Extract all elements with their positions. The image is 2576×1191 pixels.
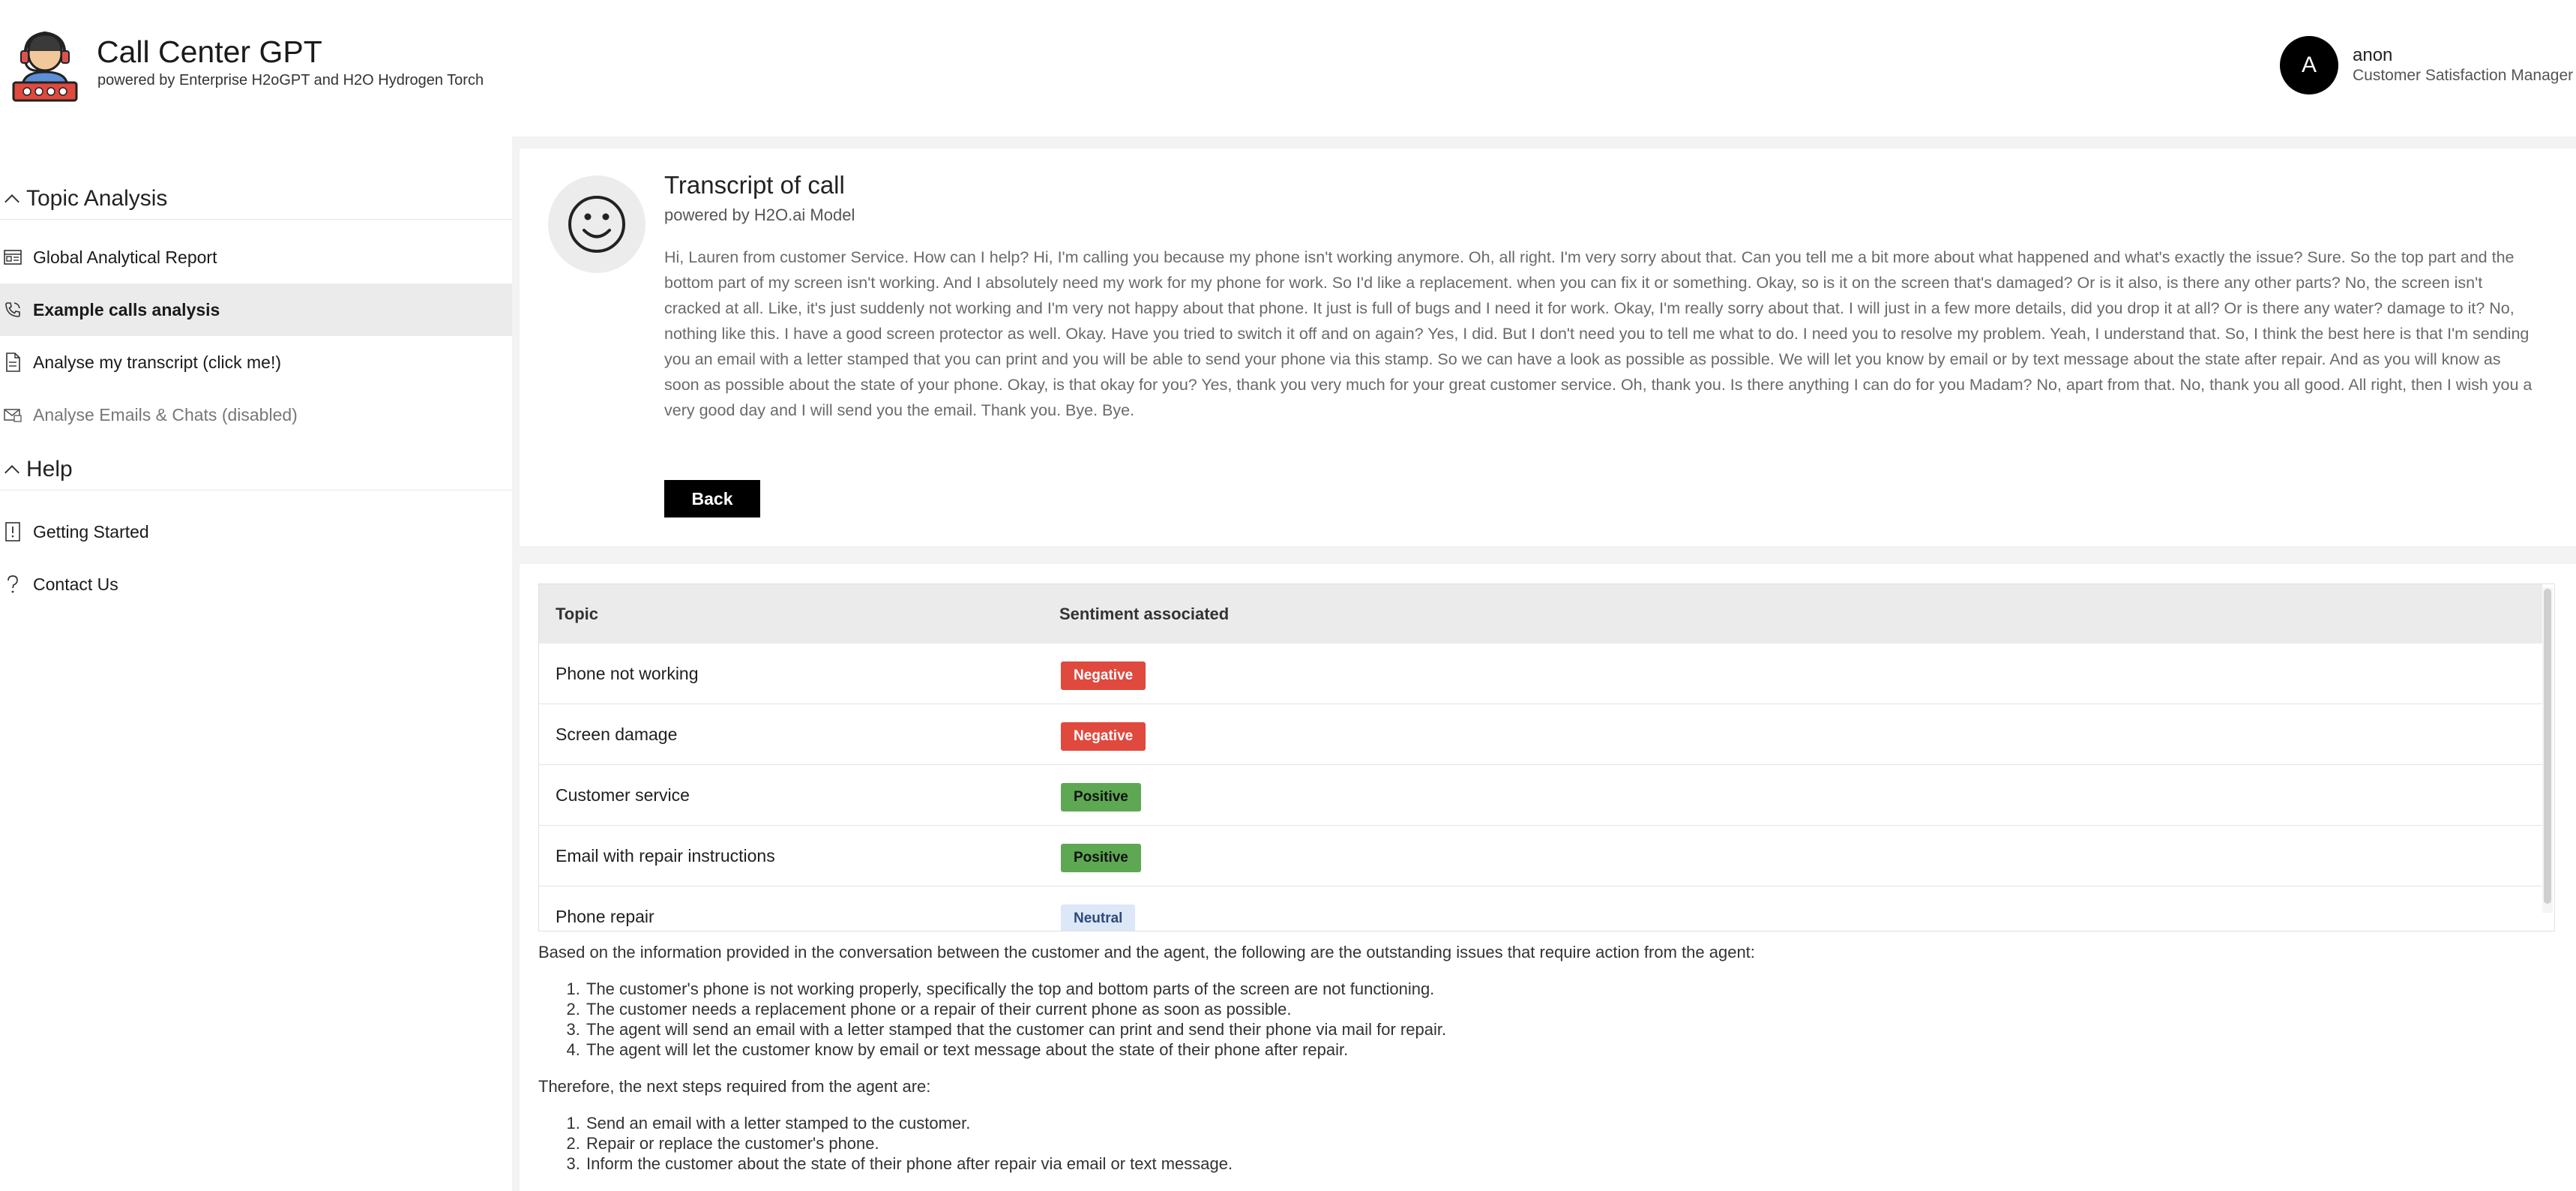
transcript-title: Transcript of call (664, 171, 845, 199)
list-item: Send an email with a letter stamped to t… (585, 1113, 2555, 1133)
next-steps-intro: Therefore, the next steps required from … (538, 1077, 931, 1096)
app-title: Call Center GPT (97, 34, 322, 69)
user-name: anon (2353, 45, 2393, 65)
topic-cell: Phone not working (556, 664, 699, 683)
table-header: Topic Sentiment associated (539, 584, 2542, 644)
table-row: Screen damage Negative (539, 704, 2542, 765)
column-header-topic[interactable]: Topic (556, 604, 598, 624)
sentiment-badge: Positive (1061, 844, 1141, 872)
phone-icon (3, 300, 22, 320)
table-row: Phone not working Negative (539, 644, 2542, 704)
section-title-label: Help (26, 456, 73, 482)
steps-list: Send an email with a letter stamped to t… (585, 1113, 2555, 1174)
sidebar-item-analyse-my-transcript[interactable]: Analyse my transcript (click me!) (0, 336, 512, 388)
call-center-agent-logo-icon (10, 28, 79, 102)
transcript-subtitle: powered by H2O.ai Model (664, 206, 855, 224)
section-topic-analysis[interactable]: Topic Analysis (0, 178, 512, 220)
list-item: The customer needs a replacement phone o… (585, 999, 2555, 1019)
sidebar-item-getting-started[interactable]: Getting Started (0, 506, 512, 558)
section-title-label: Topic Analysis (26, 185, 168, 211)
app-subtitle: powered by Enterprise H2oGPT and H2O Hyd… (97, 72, 484, 88)
app-header: Call Center GPT powered by Enterprise H2… (0, 0, 2576, 136)
table-row: Email with repair instructions Positive (539, 826, 2542, 886)
topic-cell: Phone repair (556, 907, 654, 926)
sidebar-item-label: Example calls analysis (33, 299, 220, 320)
sidebar-item-example-calls-analysis[interactable]: Example calls analysis (0, 284, 512, 336)
sidebar-item-contact-us[interactable]: Contact Us (0, 558, 512, 610)
list-item: The agent will let the customer know by … (585, 1040, 2555, 1060)
transcript-text: Hi, Lauren from customer Service. How ca… (664, 248, 2533, 419)
back-button[interactable]: Back (664, 480, 760, 518)
sidebar-item-global-analytical-report[interactable]: Global Analytical Report (0, 231, 512, 284)
email-icon (3, 405, 22, 424)
table-row: Phone repair Neutral (539, 886, 2542, 931)
analysis-intro: Based on the information provided in the… (538, 943, 1755, 962)
list-item: The customer's phone is not working prop… (585, 979, 2555, 999)
topics-card: Topic Sentiment associated Phone not wor… (520, 564, 2576, 1191)
issues-list: The customer's phone is not working prop… (585, 979, 2555, 1060)
transcript-card: Transcript of call powered by H2O.ai Mod… (520, 148, 2576, 546)
section-help[interactable]: Help (0, 448, 512, 490)
sidebar-item-label: Getting Started (33, 521, 149, 542)
report-icon (3, 248, 22, 267)
column-header-sentiment[interactable]: Sentiment associated (1059, 604, 1229, 624)
chevron-up-icon (4, 464, 19, 480)
table-row: Customer service Positive (539, 765, 2542, 826)
topic-cell: Customer service (556, 785, 690, 805)
sentiment-badge: Negative (1061, 662, 1146, 690)
sidebar-item-analyse-emails-chats: Analyse Emails & Chats (disabled) (0, 388, 512, 441)
document-icon (3, 352, 22, 372)
table-scrollbar[interactable] (2542, 587, 2553, 913)
sentiment-badge: Negative (1061, 722, 1146, 751)
chevron-up-icon (4, 194, 19, 209)
user-role: Customer Satisfaction Manager (2353, 67, 2574, 84)
sidebar-item-label: Analyse Emails & Chats (disabled) (33, 404, 298, 424)
sidebar: Topic Analysis Global Analytical Report … (0, 136, 512, 1191)
sentiment-badge: Positive (1061, 783, 1141, 812)
table-scrollbar-thumb[interactable] (2544, 589, 2551, 904)
sidebar-item-label: Global Analytical Report (33, 247, 217, 267)
list-item: Repair or replace the customer's phone. (585, 1133, 2555, 1154)
sidebar-item-label: Contact Us (33, 574, 118, 594)
user-avatar[interactable]: A (2280, 36, 2338, 94)
topic-cell: Screen damage (556, 724, 678, 744)
list-item: Inform the customer about the state of t… (585, 1154, 2555, 1174)
list-item: The agent will send an email with a lett… (585, 1019, 2555, 1040)
topics-table: Topic Sentiment associated Phone not wor… (538, 584, 2555, 932)
smiley-face-icon (548, 176, 645, 273)
topic-cell: Email with repair instructions (556, 846, 775, 866)
sidebar-item-label: Analyse my transcript (click me!) (33, 352, 282, 372)
sentiment-badge: Neutral (1061, 904, 1136, 931)
analysis-summary: Based on the information provided in the… (538, 942, 2555, 1190)
question-icon (3, 574, 22, 594)
book-icon (3, 522, 22, 542)
